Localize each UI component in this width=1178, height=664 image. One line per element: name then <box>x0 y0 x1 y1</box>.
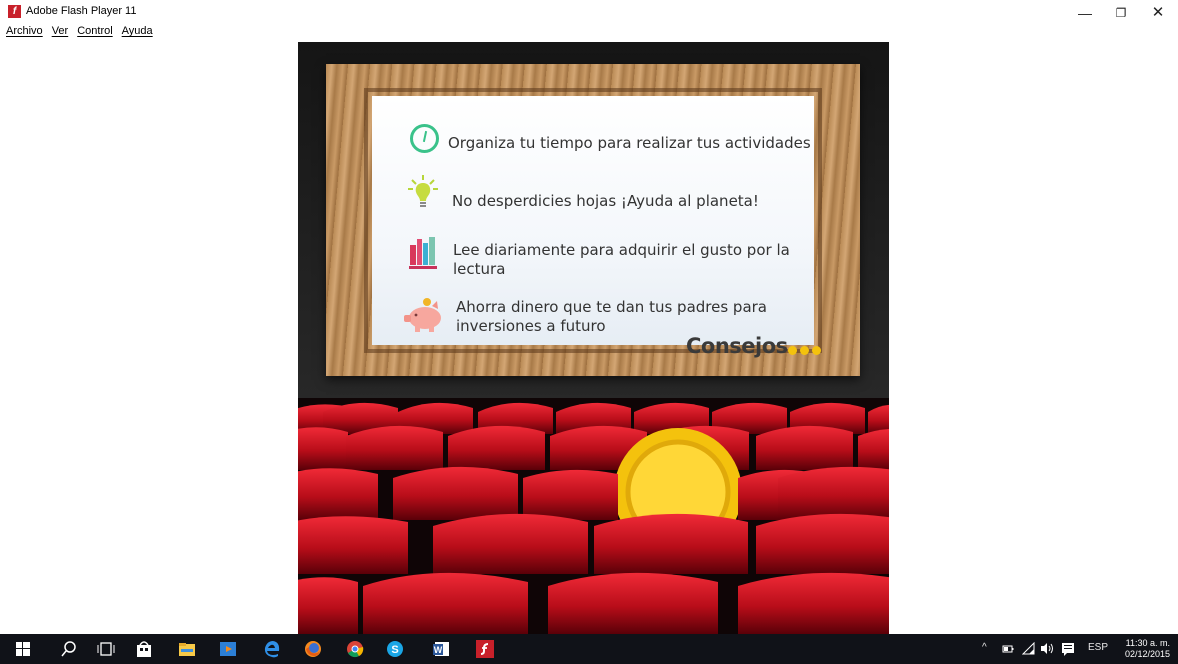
taskbar-clock[interactable]: 11:30 a. m. 02/12/2015 <box>1118 638 1170 660</box>
tip-text-3: Lee diariamente para adquirir el gusto p… <box>453 241 790 278</box>
clock-date: 02/12/2015 <box>1124 649 1170 659</box>
battery-icon[interactable] <box>1002 643 1014 655</box>
menu-control[interactable]: Control <box>77 25 112 41</box>
tip-text-2: No desperdicies hojas ¡Ayuda al planeta! <box>452 192 759 210</box>
menu-ayuda[interactable]: Ayuda <box>122 25 153 41</box>
tray-chevron-icon[interactable]: ^ <box>982 642 987 653</box>
lightbulb-icon <box>408 175 438 207</box>
windows-taskbar: S W ^ ESP 11:30 a. m. 02/12/2015 <box>0 634 1178 664</box>
language-indicator[interactable]: ESP <box>1088 642 1108 653</box>
task-view-icon[interactable] <box>97 640 115 658</box>
maximize-button[interactable]: ❐ <box>1103 2 1139 24</box>
title-bar: f Adobe Flash Player 11 — ❐ ✕ <box>0 0 1178 24</box>
dot <box>812 346 821 355</box>
clock-icon <box>410 124 439 153</box>
flash-player-icon: f <box>8 5 21 18</box>
window-title: Adobe Flash Player 11 <box>26 5 137 17</box>
store-icon[interactable] <box>135 640 153 658</box>
wifi-icon[interactable] <box>1022 642 1035 655</box>
piggy-bank-icon <box>404 298 441 332</box>
books-icon <box>409 237 437 269</box>
flash-player-window: { "window": { "title": "Adobe Flash Play… <box>0 0 1178 664</box>
menu-ver[interactable]: Ver <box>52 25 69 41</box>
firefox-icon[interactable] <box>304 640 322 658</box>
heading-dots <box>788 346 822 356</box>
flash-stage[interactable]: Organiza tu tiempo para realizar tus act… <box>298 42 889 634</box>
flash-player-taskbar-icon[interactable] <box>476 640 494 658</box>
windows-start-icon[interactable] <box>14 640 32 658</box>
tip-text-1: Organiza tu tiempo para realizar tus act… <box>448 134 811 152</box>
search-icon[interactable] <box>60 640 78 658</box>
media-icon[interactable] <box>219 640 237 658</box>
word-icon[interactable]: W <box>432 640 450 658</box>
clock-time: 11:30 a. m. <box>1125 638 1170 648</box>
edge-icon[interactable] <box>263 640 281 658</box>
volume-icon[interactable] <box>1040 642 1054 655</box>
dot <box>788 346 797 355</box>
file-explorer-icon[interactable] <box>178 640 196 658</box>
consejos-heading: Consejos <box>686 334 788 358</box>
action-center-icon[interactable] <box>1061 642 1075 656</box>
menu-archivo[interactable]: Archivo <box>6 25 43 41</box>
menu-bar: Archivo Ver Control Ayuda <box>6 25 153 41</box>
close-button[interactable]: ✕ <box>1140 2 1176 24</box>
skype-icon[interactable]: S <box>386 640 404 658</box>
svg-text:S: S <box>391 644 398 656</box>
chrome-icon[interactable] <box>346 640 364 658</box>
theater-seats <box>298 398 889 634</box>
minimize-button[interactable]: — <box>1067 2 1103 24</box>
tip-text-4: Ahorra dinero que te dan tus padres para… <box>456 298 768 335</box>
wooden-frame: Organiza tu tiempo para realizar tus act… <box>326 64 860 376</box>
svg-text:W: W <box>434 645 443 655</box>
dot <box>800 346 809 355</box>
